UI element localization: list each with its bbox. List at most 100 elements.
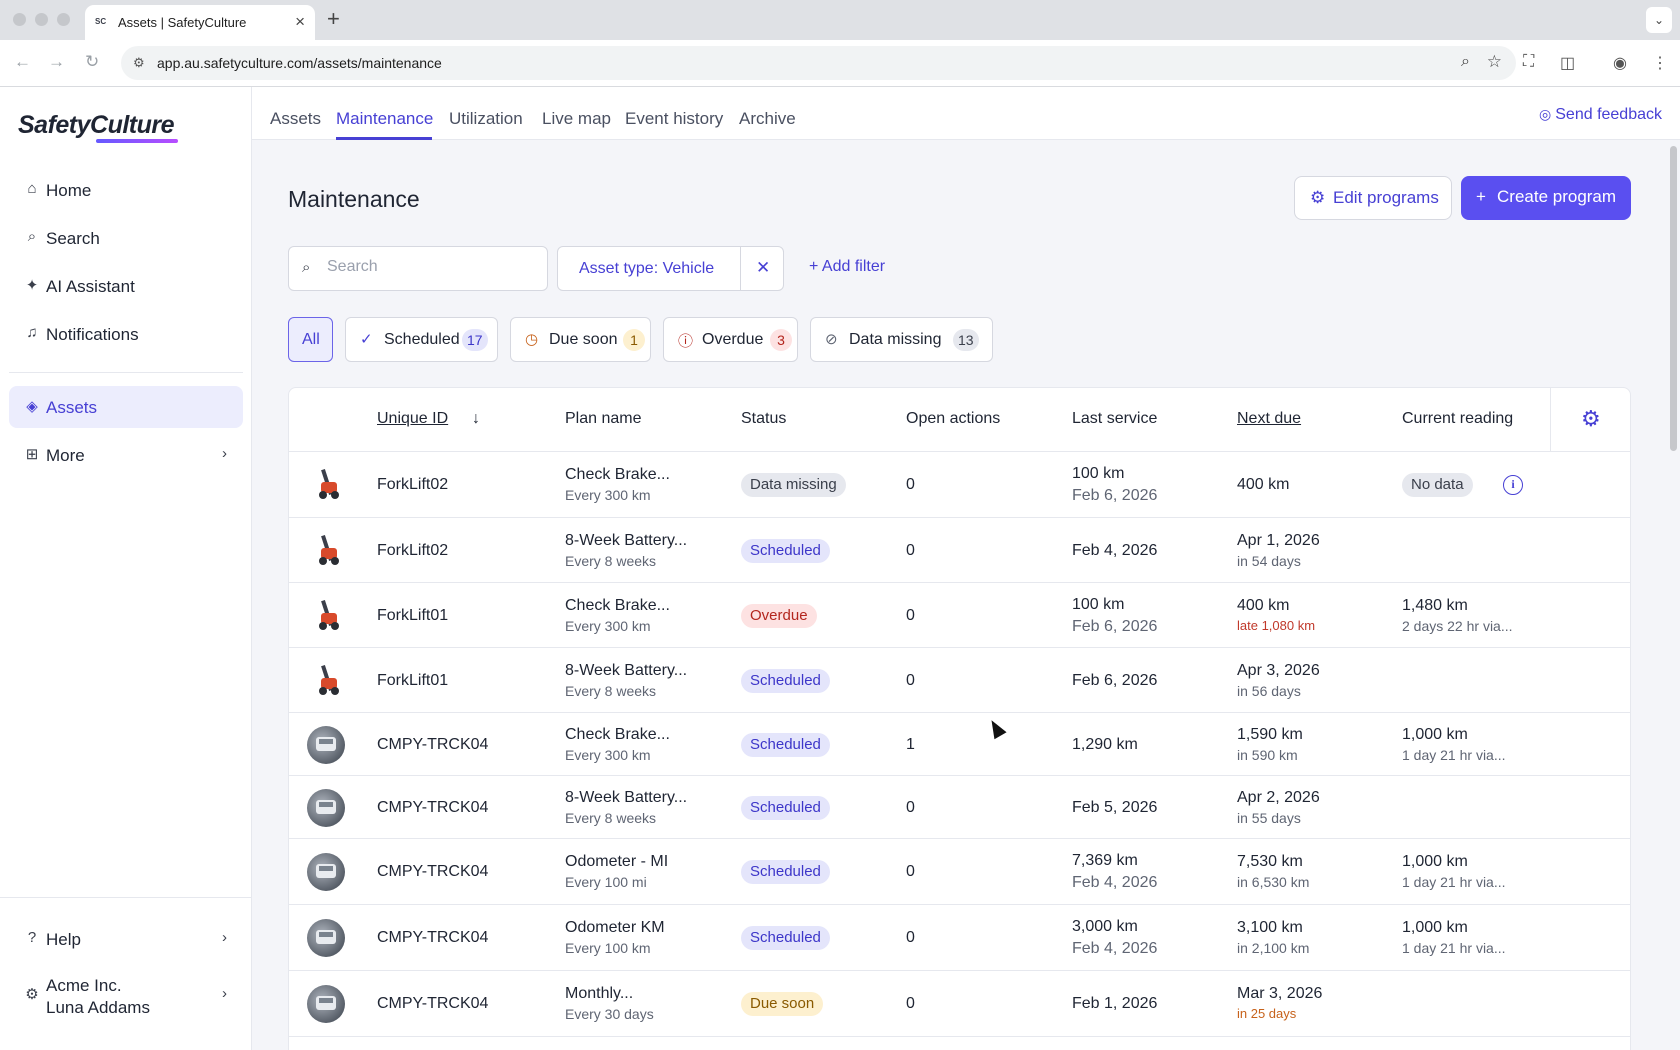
table-row[interactable]: CMPY-TRCK04 Odometer KM Every 100 km Schedu… [289, 905, 1630, 971]
info-icon[interactable]: i [1503, 475, 1523, 495]
segment-overdue[interactable]: ⓘ Overdue 3 [663, 317, 798, 362]
reload-icon[interactable]: ↻ [85, 52, 99, 72]
sidebar-item-notifications[interactable]: ♫ Notifications [9, 313, 243, 355]
asset-id-link[interactable]: ForkLift01 [377, 672, 448, 690]
sidebar-item-search[interactable]: ⌕ Search [9, 217, 243, 259]
segment-all[interactable]: All [288, 317, 333, 362]
search-box[interactable]: ⌕ [288, 246, 548, 291]
segment-data-missing[interactable]: ⊘ Data missing 13 [810, 317, 993, 362]
tab-live-map[interactable]: Live map [542, 109, 611, 129]
asset-id-link[interactable]: ForkLift01 [377, 607, 448, 625]
open-actions-count[interactable]: 0 [906, 929, 915, 947]
tab-archive[interactable]: Archive [739, 109, 796, 129]
tab-utilization[interactable]: Utilization [449, 109, 523, 129]
tab-maintenance[interactable]: Maintenance [336, 109, 433, 129]
truck-thumbnail [307, 919, 345, 957]
safetyculture-logo[interactable]: SafetyCulture [18, 111, 175, 140]
tab-event-history[interactable]: Event history [625, 109, 723, 129]
zoom-icon[interactable]: ⌕ [1461, 53, 1470, 71]
asset-id-link[interactable]: ForkLift02 [377, 476, 448, 494]
tab-search-icon[interactable]: ⌄ [1646, 7, 1672, 33]
close-tab-icon[interactable]: × [295, 12, 305, 32]
table-row[interactable]: ForkLift02 8-Week Battery... Every 8 weeks… [289, 518, 1630, 583]
plan-interval: Every 300 km [565, 747, 651, 763]
asset-id-link[interactable]: CMPY-TRCK04 [377, 929, 488, 947]
tab-assets[interactable]: Assets [270, 109, 321, 129]
open-actions-count[interactable]: 0 [906, 542, 915, 560]
edit-programs-button[interactable]: ⚙ Edit programs [1294, 176, 1452, 220]
segment-label: Due soon [549, 331, 618, 348]
screen-capture-icon[interactable]: ⛶ [1523, 53, 1534, 71]
table-row[interactable]: ForkLift01 8-Week Battery... Every 8 weeks… [289, 648, 1630, 713]
back-icon[interactable]: ← [14, 52, 31, 72]
column-next-due[interactable]: Next due [1237, 410, 1301, 428]
column-unique-id[interactable]: Unique ID [377, 410, 448, 428]
open-actions-count[interactable]: 1 [906, 736, 915, 754]
plan-name[interactable]: 8-Week Battery... [565, 532, 687, 550]
sidebar-item-home[interactable]: ⌂ Home [9, 169, 243, 211]
bookmark-star-icon[interactable]: ☆ [1487, 52, 1502, 72]
maintenance-table: Unique ID ↓ Plan name Status Open action… [288, 387, 1631, 1050]
status-badge: Scheduled [741, 539, 830, 563]
extensions-icon[interactable]: ◫ [1560, 53, 1575, 73]
plan-name[interactable]: Check Brake... [565, 726, 670, 744]
plan-name[interactable]: 8-Week Battery... [565, 662, 687, 680]
org-switcher[interactable]: ⚙ Acme Inc. Luna Addams › [9, 967, 243, 1023]
table-row[interactable]: CMPY-TRCK04 Monthly... Every 30 days Due so… [289, 971, 1630, 1037]
table-row[interactable]: ForkLift01 Check Brake... Every 300 km Over… [289, 583, 1630, 648]
open-actions-count[interactable]: 0 [906, 672, 915, 690]
plan-name[interactable]: Odometer KM [565, 919, 665, 937]
address-bar[interactable]: ⚙ app.au.safetyculture.com/assets/mainte… [121, 46, 1516, 80]
asset-id-link[interactable]: CMPY-TRCK04 [377, 799, 488, 817]
plan-interval: Every 8 weeks [565, 553, 657, 569]
plan-name[interactable]: Check Brake... [565, 466, 670, 484]
send-feedback-link[interactable]: ◎ Send feedback [1539, 106, 1662, 124]
plan-name[interactable]: 8-Week Battery... [565, 789, 687, 807]
column-settings-gear-icon[interactable]: ⚙ [1581, 406, 1601, 432]
scrollbar[interactable] [1670, 146, 1677, 451]
sort-desc-icon[interactable]: ↓ [472, 410, 480, 428]
sidebar-item-assets[interactable]: ◈ Assets [9, 386, 243, 428]
filter-chip-label[interactable]: Asset type: Vehicle [579, 260, 714, 278]
asset-id-link[interactable]: CMPY-TRCK04 [377, 995, 488, 1013]
last-service-date: Feb 6, 2026 [1072, 487, 1158, 504]
plan-name[interactable]: Check Brake... [565, 597, 670, 615]
browser-menu-icon[interactable]: ⋮ [1652, 53, 1668, 73]
sidebar-item-ai-assistant[interactable]: ✦ AI Assistant [9, 265, 243, 307]
segment-due-soon[interactable]: ◷ Due soon 1 [510, 317, 651, 362]
search-input[interactable] [327, 258, 527, 276]
remove-filter-icon[interactable]: ✕ [756, 258, 770, 278]
url-text[interactable]: app.au.safetyculture.com/assets/maintena… [157, 55, 442, 71]
open-actions-count[interactable]: 0 [906, 995, 915, 1013]
profile-icon[interactable]: ◉ [1613, 53, 1627, 73]
table-row[interactable]: CMPY-TRCK04 Odometer - MI Every 100 mi Sche… [289, 839, 1630, 905]
sidebar-item-more[interactable]: ⊞ More › [9, 434, 243, 476]
create-program-button[interactable]: + Create program [1461, 176, 1631, 220]
table-row[interactable]: ForkLift02 Check Brake... Every 300 km Data… [289, 452, 1630, 518]
window-close-button[interactable] [13, 13, 26, 26]
browser-tab[interactable]: SC Assets | SafetyCulture × [85, 5, 315, 40]
plan-name[interactable]: Odometer - MI [565, 853, 668, 871]
window-minimize-button[interactable] [35, 13, 48, 26]
forklift-thumbnail [307, 662, 345, 700]
new-tab-icon[interactable]: + [327, 6, 340, 32]
current-reading-detail: 1 day 21 hr via... [1402, 747, 1506, 763]
table-row[interactable]: CMPY-TRCK04 8-Week Battery... Every 8 week… [289, 776, 1630, 839]
forward-icon[interactable]: → [48, 52, 65, 72]
asset-type-filter-chip[interactable]: Asset type: Vehicle ✕ [557, 246, 784, 291]
sidebar-item-help[interactable]: ? Help › [9, 918, 243, 960]
thumbnail-part [319, 622, 327, 630]
asset-id-link[interactable]: ForkLift02 [377, 542, 448, 560]
plan-name[interactable]: Monthly... [565, 985, 633, 1003]
site-settings-icon[interactable]: ⚙ [133, 55, 145, 71]
add-filter-button[interactable]: + Add filter [809, 258, 885, 276]
asset-id-link[interactable]: CMPY-TRCK04 [377, 736, 488, 754]
open-actions-count[interactable]: 0 [906, 476, 915, 494]
open-actions-count[interactable]: 0 [906, 799, 915, 817]
window-maximize-button[interactable] [57, 13, 70, 26]
open-actions-count[interactable]: 0 [906, 863, 915, 881]
open-actions-count[interactable]: 0 [906, 607, 915, 625]
segment-scheduled[interactable]: ✓ Scheduled 17 [345, 317, 498, 362]
table-row[interactable]: CMPY-TRCK04 Check Brake... Every 300 km Sch… [289, 713, 1630, 776]
asset-id-link[interactable]: CMPY-TRCK04 [377, 863, 488, 881]
